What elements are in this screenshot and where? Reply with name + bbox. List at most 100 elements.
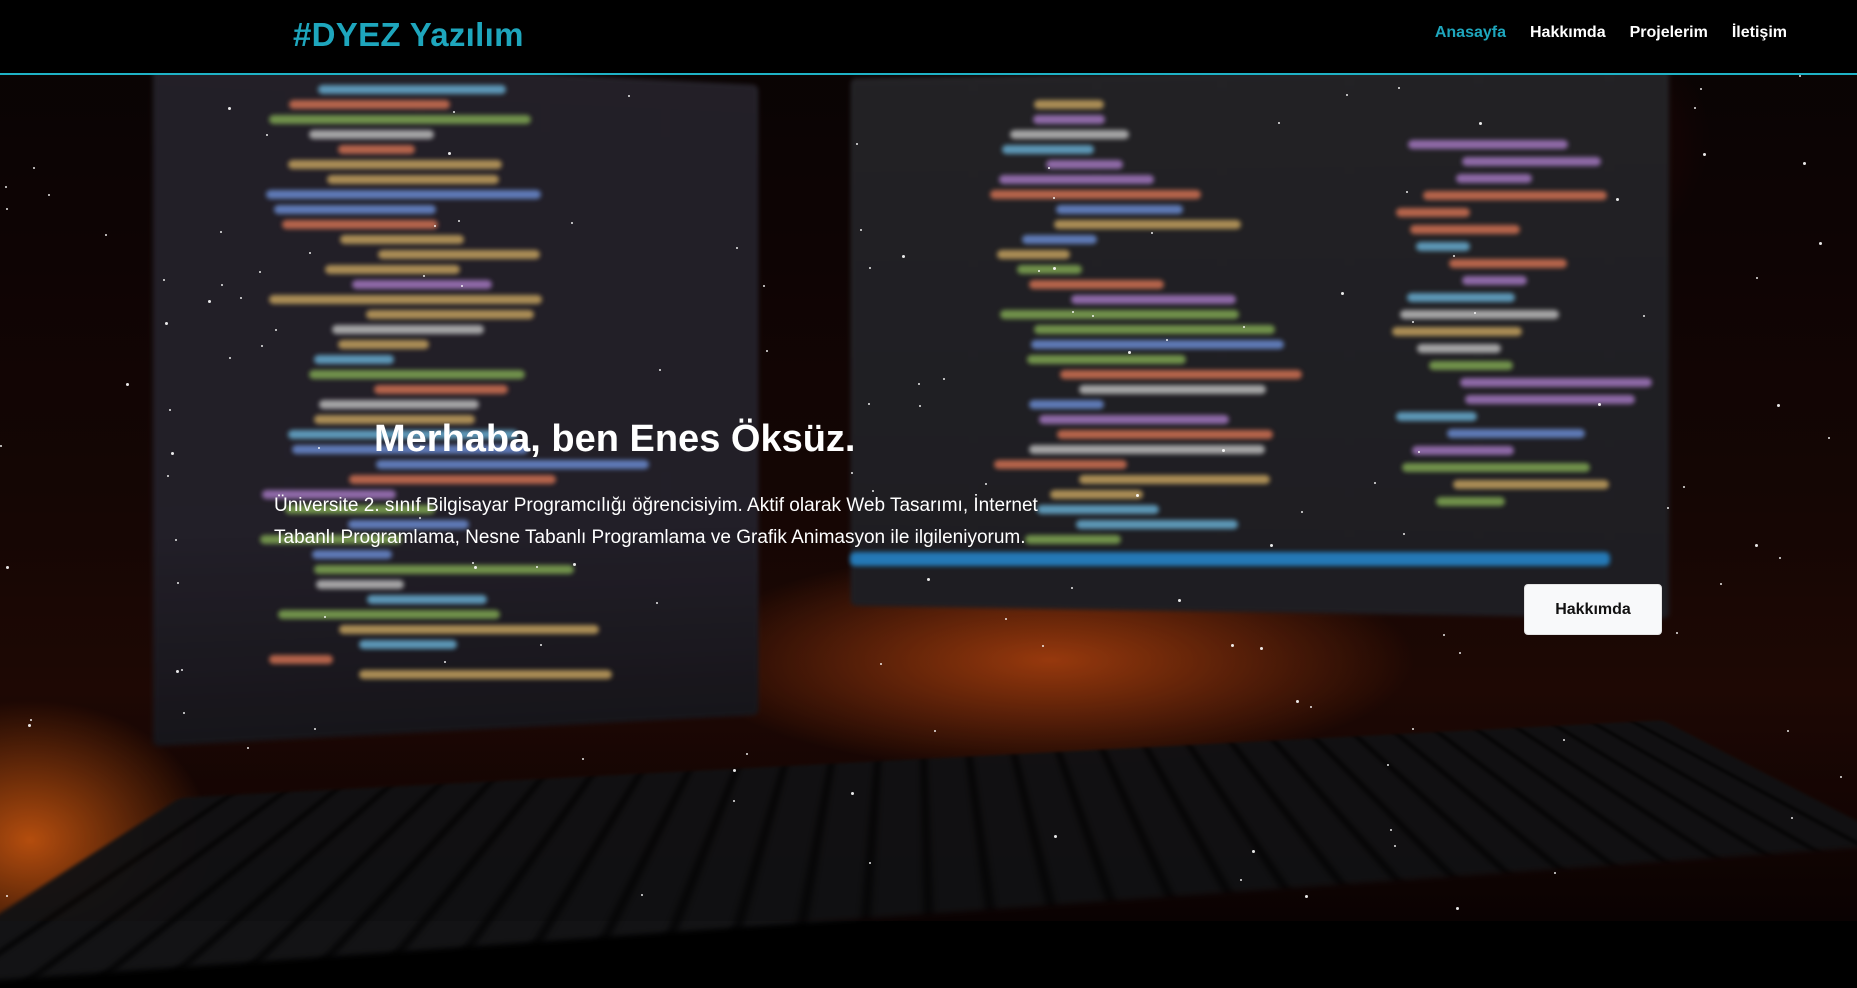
- star-particle: [1459, 652, 1461, 654]
- star-particle: [33, 167, 35, 169]
- star-particle: [314, 728, 316, 730]
- star-particle: [1554, 872, 1556, 874]
- star-particle: [1296, 700, 1299, 703]
- star-particle: [856, 143, 858, 145]
- star-particle: [171, 452, 174, 455]
- star-particle: [1231, 644, 1234, 647]
- star-particle: [472, 562, 474, 564]
- star-particle: [1072, 311, 1074, 313]
- star-particle: [1398, 87, 1400, 89]
- star-particle: [434, 225, 436, 227]
- star-particle: [1346, 94, 1348, 96]
- star-particle: [868, 403, 870, 405]
- star-particle: [1042, 645, 1044, 647]
- star-particle: [208, 300, 211, 303]
- star-particle: [736, 247, 738, 249]
- star-particle: [324, 616, 326, 618]
- star-particle: [1374, 482, 1376, 484]
- star-particle: [641, 894, 643, 896]
- star-particle: [163, 279, 165, 281]
- star-particle: [1683, 486, 1685, 488]
- star-particle: [1092, 315, 1094, 317]
- about-button[interactable]: Hakkımda: [1524, 584, 1662, 635]
- star-particle: [1700, 88, 1702, 90]
- star-particle: [6, 208, 8, 210]
- star-particle: [30, 719, 32, 721]
- star-particle: [275, 329, 277, 331]
- star-particle: [1755, 544, 1758, 547]
- star-particle: [1840, 776, 1842, 778]
- star-particle: [1479, 122, 1482, 125]
- star-particle: [247, 747, 249, 749]
- star-particle: [763, 285, 765, 287]
- star-particle: [902, 255, 905, 258]
- star-particle: [1128, 351, 1131, 354]
- hero-overlay: [0, 0, 1857, 921]
- star-particle: [1643, 315, 1645, 317]
- star-particle: [733, 800, 735, 802]
- hero-description: Üniversite 2. sınıf Bilgisayar Programcı…: [274, 495, 1038, 548]
- star-particle: [444, 661, 446, 663]
- star-particle: [229, 357, 231, 359]
- star-particle: [240, 297, 242, 299]
- star-particle: [448, 152, 451, 155]
- star-particle: [474, 566, 477, 569]
- star-particle: [1676, 632, 1678, 634]
- star-particle: [165, 322, 168, 325]
- star-particle: [766, 350, 768, 352]
- star-particle: [1453, 255, 1455, 257]
- star-particle: [851, 792, 854, 795]
- site-logo[interactable]: #DYEZ Yazılım: [293, 16, 524, 54]
- star-particle: [1005, 618, 1007, 620]
- star-particle: [1260, 647, 1263, 650]
- star-particle: [183, 712, 185, 714]
- star-particle: [1270, 544, 1273, 547]
- star-particle: [1616, 198, 1619, 201]
- star-particle: [1301, 511, 1303, 513]
- star-particle: [1048, 167, 1050, 169]
- star-particle: [177, 582, 179, 584]
- star-particle: [1828, 437, 1830, 439]
- star-particle: [1779, 557, 1781, 559]
- star-particle: [1403, 533, 1405, 535]
- star-particle: [880, 663, 882, 665]
- star-particle: [536, 566, 538, 568]
- star-particle: [1252, 850, 1255, 853]
- star-particle: [1053, 267, 1056, 270]
- star-particle: [220, 231, 222, 233]
- star-particle: [746, 753, 748, 755]
- star-particle: [105, 234, 107, 236]
- star-particle: [1394, 845, 1396, 847]
- star-particle: [869, 862, 871, 864]
- star-particle: [0, 445, 2, 447]
- star-particle: [573, 563, 576, 566]
- star-particle: [1703, 153, 1706, 156]
- star-particle: [1456, 907, 1459, 910]
- star-particle: [540, 644, 542, 646]
- star-particle: [1667, 507, 1669, 509]
- star-particle: [1598, 403, 1601, 406]
- star-particle: [175, 539, 177, 541]
- star-particle: [582, 758, 584, 760]
- star-particle: [176, 670, 179, 673]
- nav-link-iletisim[interactable]: İletişim: [1732, 24, 1787, 42]
- star-particle: [1756, 277, 1758, 279]
- star-particle: [1305, 895, 1308, 898]
- star-particle: [221, 284, 223, 286]
- star-particle: [181, 669, 183, 671]
- star-particle: [1071, 587, 1073, 589]
- star-particle: [309, 252, 311, 254]
- nav-link-anasayfa[interactable]: Anasayfa: [1435, 24, 1506, 42]
- star-particle: [266, 134, 268, 136]
- star-particle: [169, 409, 171, 411]
- star-particle: [1694, 107, 1696, 109]
- star-particle: [259, 271, 261, 273]
- star-particle: [1443, 634, 1445, 636]
- star-particle: [1418, 451, 1420, 453]
- star-particle: [628, 95, 630, 97]
- star-particle: [453, 111, 455, 113]
- star-particle: [1178, 599, 1181, 602]
- nav-link-hakkimda[interactable]: Hakkımda: [1530, 24, 1606, 42]
- nav-link-projelerim[interactable]: Projelerim: [1630, 24, 1708, 42]
- star-particle: [1341, 292, 1344, 295]
